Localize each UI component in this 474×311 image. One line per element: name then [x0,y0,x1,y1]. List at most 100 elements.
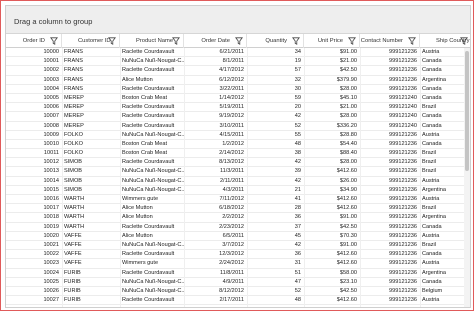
table-row[interactable]: 10014 SIMOB NuNuCa Nuß-Nougat-C... 2/11/201… [6,177,470,186]
cell-contact-number: 999121236 [389,278,417,285]
cell-unit-price: $412.60 [336,196,357,202]
cell-order-date: 2/17/2011 [219,297,244,304]
cell-contact-number: 999121236 [389,131,417,138]
table-row[interactable]: 10007 MEREP Raclette Courdavault 9/19/2012 4… [6,112,470,122]
cell-contact-number: 999121236 [389,297,417,304]
cell-product-name: NuNuCa Nuß-Nougat-C... [122,287,184,294]
table-row[interactable]: 10004 FRANS Raclette Courdavault 3/22/2011 3… [6,85,470,94]
vertical-scrollbar[interactable] [464,48,470,307]
table-row[interactable]: 10005 MEREP Boston Crab Meat 1/14/2012 59 $45… [6,94,470,104]
table-row[interactable]: 10022 VAFFE Raclette Courdavault 12/3/2012 3… [6,250,470,260]
cell-customer-id: FURIB [64,287,81,294]
cell-contact-number: 999121236 [389,205,417,212]
cell-customer-id: FURIB [64,278,81,285]
table-row[interactable]: 10020 VAFFE Alice Mutton 6/5/2011 45 $70.30 99… [6,232,470,241]
cell-order-id: 10018 [43,214,59,221]
cell-unit-price: $45.10 [339,94,357,101]
column-header-ship-country[interactable]: Ship Country [420,34,470,48]
filter-icon[interactable] [172,37,180,45]
cell-ship-country: Austria [422,177,440,184]
cell-order-date: 4/17/2012 [219,67,244,74]
cell-ship-country: Brazil [422,241,436,248]
table-row[interactable]: 10001 FRANS NuNuCa Nuß-Nougat-C... 8/1/2011… [6,57,470,67]
table-row[interactable]: 10025 FURIB NuNuCa Nuß-Nougat-C... 4/9/2011… [6,278,470,287]
group-drop-label: Drag a column to group [14,17,93,26]
cell-product-name: Raclette Courdavault [122,67,175,74]
table-row[interactable]: 10008 MEREP Raclette Courdavault 3/10/2011 5… [6,122,470,131]
cell-ship-country: Canada [422,223,442,230]
cell-ship-country: Argentina [422,186,446,193]
table-row[interactable]: 10026 FURIB NuNuCa Nuß-Nougat-C... 8/12/201… [6,287,470,297]
table-row[interactable]: 10023 VAFFE Wimmers gute 2/24/2012 31 $412.60… [6,259,470,269]
table-row[interactable]: 10015 SIMOB NuNuCa Nuß-Nougat-C... 4/3/2011… [6,186,470,195]
table-row[interactable]: 10006 MEREP Raclette Courdavault 5/19/2011 2… [6,103,470,113]
cell-order-date: 5/19/2011 [219,104,244,111]
cell-customer-id: VAFFE [64,241,82,248]
cell-ship-country: Brazil [422,104,436,111]
table-row[interactable]: 10027 FURIB Raclette Courdavault 2/17/2011 4… [6,296,470,306]
cell-quantity: 20 [294,104,301,111]
table-row[interactable]: 10017 WARTH Alice Mutton 6/18/2012 28 $412.60… [6,204,470,214]
column-header-product-name[interactable]: Product Name [120,34,184,48]
table-row[interactable]: 10012 SIMOB Raclette Courdavault 8/13/2012 4… [6,158,470,168]
cell-product-name: NuNuCa Nuß-Nougat-C... [122,177,184,184]
column-header-order-id[interactable]: Order ID [6,34,62,48]
table-row[interactable]: 10002 FRANS Raclette Courdavault 4/17/2012 5… [6,66,470,76]
column-divider [360,48,361,307]
cell-product-name: NuNuCa Nuß-Nougat-C... [122,278,184,285]
cell-ship-country: Canada [422,85,442,92]
table-row[interactable]: 10016 WARTH Wimmers gute 7/11/2012 41 $412.60… [6,195,470,205]
cell-order-id: 10020 [43,232,59,239]
column-header-quantity[interactable]: Quantity [247,34,304,48]
cell-order-date: 2/23/2012 [219,223,244,230]
table-row[interactable]: 10024 FURIB Raclette Courdavault 11/8/2011 5… [6,269,470,278]
cell-quantity: 30 [294,85,301,92]
cell-contact-number: 999121236 [389,76,417,83]
column-header-order-date[interactable]: Order Date [184,34,247,48]
table-row[interactable]: 10013 SIMOB NuNuCa Nuß-Nougat-C... 11/3/201… [6,167,470,177]
cell-contact-number: 999121236 [389,168,417,175]
filter-icon[interactable] [460,37,468,45]
cell-order-id: 10023 [43,260,59,267]
cell-order-id: 10024 [43,269,59,276]
column-divider [304,48,305,307]
cell-customer-id: WARTH [64,196,85,202]
cell-quantity: 36 [294,214,301,221]
cell-unit-price: $412.60 [336,168,357,175]
table-row[interactable]: 10021 VAFFE NuNuCa Nuß-Nougat-C... 3/7/2012… [6,241,470,251]
cell-product-name: Alice Mutton [122,205,153,212]
cell-unit-price: $26.00 [339,177,357,184]
table-row[interactable]: 10009 FOLKO NuNuCa Nuß-Nougat-C... 4/15/201… [6,131,470,140]
cell-quantity: 39 [294,168,301,175]
table-row[interactable]: 10000 FRANS Raclette Courdavault 6/21/2011 3… [6,48,470,58]
cell-customer-id: FRANS [64,49,83,55]
cell-customer-id: VAFFE [64,232,82,239]
filter-icon[interactable] [108,37,116,45]
cell-quantity: 32 [294,76,301,83]
table-row[interactable]: 10019 WARTH Raclette Courdavault 2/23/2012 3… [6,223,470,232]
cell-contact-number: 999121240 [389,94,417,101]
cell-product-name: Alice Mutton [122,76,153,83]
cell-quantity: 52 [294,287,301,294]
column-header-contact-number[interactable]: Contact Number [360,34,420,48]
scrollbar-thumb[interactable] [465,51,469,171]
cell-customer-id: FRANS [64,67,83,74]
filter-icon[interactable] [292,37,300,45]
cell-order-id: 10025 [43,278,59,285]
filter-icon[interactable] [235,37,243,45]
cell-product-name: Raclette Courdavault [122,113,175,120]
table-row[interactable]: 10018 WARTH Alice Mutton 2/2/2012 36 $91.00 99… [6,213,470,223]
filter-icon[interactable] [348,37,356,45]
filter-icon[interactable] [50,37,58,45]
cell-ship-country: Canada [422,67,442,74]
filter-icon[interactable] [408,37,416,45]
table-row[interactable]: 10010 FOLKO Boston Crab Meat 1/2/2012 48 $54.… [6,140,470,150]
cell-customer-id: MEREP [64,94,84,101]
cell-order-id: 10006 [43,104,59,111]
group-drop-area[interactable]: Drag a column to group [6,6,470,34]
table-row[interactable]: 10003 FRANS Alice Mutton 6/12/2012 32 $379.90… [6,76,470,85]
column-header-unit-price[interactable]: Unit Price [304,34,360,48]
table-row[interactable]: 10011 FOLKO Boston Crab Meat 2/14/2012 38 $88… [6,149,470,159]
cell-order-date: 11/3/2011 [219,168,244,175]
column-header-customer-id[interactable]: Customer ID [62,34,120,48]
